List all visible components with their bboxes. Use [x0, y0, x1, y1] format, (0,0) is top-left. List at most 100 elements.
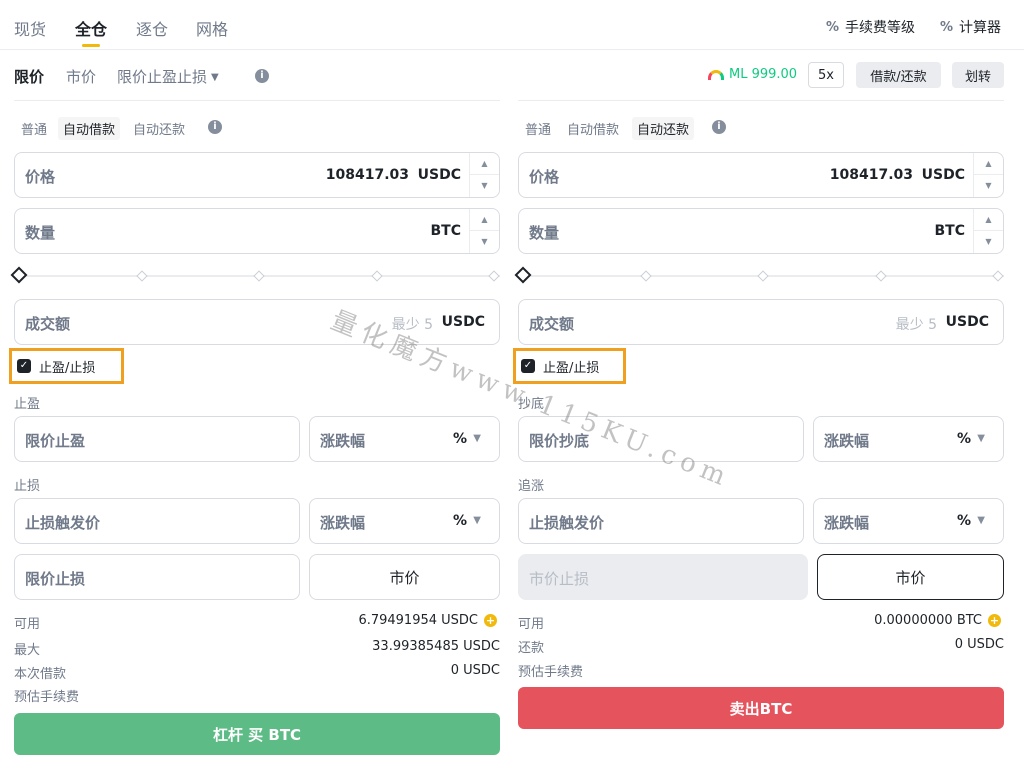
buy-max-label: 最大 — [14, 643, 41, 658]
calculator-icon: % — [940, 19, 954, 35]
add-funds-icon[interactable]: + — [988, 614, 1001, 627]
sell-available-label: 可用 — [518, 617, 545, 632]
buy-fee-label: 预估手续费 — [14, 690, 80, 705]
borrow-repay-button[interactable]: 借款/还款 — [856, 62, 941, 88]
buy-mode-auto-repay[interactable]: 自动还款 — [128, 117, 190, 140]
tab-cross[interactable]: 全仓 — [75, 16, 107, 40]
buy-qty-stepper[interactable]: ▲ ▼ — [469, 209, 499, 253]
info-icon[interactable]: i — [255, 69, 269, 83]
margin-level[interactable]: ML 999.00 — [708, 67, 797, 82]
buy-tp-price-placeholder: 限价止盈 — [25, 432, 86, 450]
sell-amount-slider[interactable] — [514, 266, 1004, 284]
sell-sl-pct-select[interactable]: 涨跌幅 % ▼ — [813, 498, 1004, 544]
increment-icon[interactable]: ▲ — [974, 209, 1003, 231]
slider-step-75[interactable] — [371, 270, 383, 282]
sell-total-hint: 最少 5 — [895, 317, 937, 333]
sell-tp-pct-select[interactable]: 涨跌幅 % ▼ — [813, 416, 1004, 462]
checkmark-icon: ✓ — [17, 359, 31, 373]
fee-level-label: 手续费等级 — [845, 20, 916, 36]
sell-mode-auto-borrow[interactable]: 自动借款 — [562, 117, 624, 140]
sell-fee-label: 预估手续费 — [518, 665, 584, 680]
slider-step-75[interactable] — [875, 270, 887, 282]
tab-spot[interactable]: 现货 — [14, 16, 46, 40]
slider-handle[interactable] — [10, 266, 28, 284]
buy-mode-normal[interactable]: 普通 — [16, 117, 52, 140]
decrement-icon[interactable]: ▼ — [974, 231, 1003, 253]
sell-repay-value: 0 USDC — [954, 637, 1004, 652]
sell-total-input[interactable]: 成交额 最少 5 USDC — [518, 299, 1004, 345]
chevron-down-icon: ▼ — [977, 515, 985, 526]
buy-borrow-label: 本次借款 — [14, 667, 67, 682]
sell-mode-auto-repay[interactable]: 自动还款 — [632, 117, 695, 140]
sell-sl-market-button[interactable]: 市价 — [817, 554, 1004, 600]
sell-qty-stepper[interactable]: ▲ ▼ — [973, 209, 1003, 253]
buy-tp-section-label: 止盈 — [14, 397, 41, 412]
decrement-icon[interactable]: ▼ — [974, 175, 1003, 197]
sell-total-unit: USDC — [945, 314, 989, 330]
sell-tp-pct-unit: % — [956, 431, 971, 447]
order-type-limit[interactable]: 限价 — [14, 66, 44, 87]
sell-price-stepper[interactable]: ▲ ▼ — [973, 153, 1003, 197]
sell-mode-normal[interactable]: 普通 — [520, 117, 556, 140]
decrement-icon[interactable]: ▼ — [470, 175, 499, 197]
slider-step-100[interactable] — [992, 270, 1004, 282]
buy-mode-auto-borrow[interactable]: 自动借款 — [58, 117, 121, 140]
buy-total-unit: USDC — [441, 314, 485, 330]
add-funds-icon[interactable]: + — [484, 614, 497, 627]
sell-sl-pct-label: 涨跌幅 — [824, 514, 870, 532]
buy-sl-market-button[interactable]: 市价 — [309, 554, 500, 600]
tab-isolated[interactable]: 逐仓 — [136, 16, 168, 40]
buy-tp-pct-select[interactable]: 涨跌幅 % ▼ — [309, 416, 500, 462]
sell-tp-pct-label: 涨跌幅 — [824, 432, 870, 450]
buy-tp-pct-label: 涨跌幅 — [320, 432, 366, 450]
transfer-button[interactable]: 划转 — [952, 62, 1004, 88]
sell-sl-trigger-input[interactable]: 止损触发价 — [518, 498, 804, 544]
slider-step-50[interactable] — [253, 270, 265, 282]
buy-amount-slider[interactable] — [10, 266, 500, 284]
slider-handle[interactable] — [514, 266, 532, 284]
slider-step-50[interactable] — [757, 270, 769, 282]
buy-price-unit: USDC — [417, 167, 461, 183]
buy-btc-button[interactable]: 杠杆 买 BTC — [14, 713, 500, 755]
buy-sl-limit-placeholder: 限价止损 — [25, 570, 86, 588]
increment-icon[interactable]: ▲ — [470, 153, 499, 175]
buy-price-stepper[interactable]: ▲ ▼ — [469, 153, 499, 197]
slider-step-25[interactable] — [640, 270, 652, 282]
sell-price-unit: USDC — [921, 167, 965, 183]
buy-sl-pct-select[interactable]: 涨跌幅 % ▼ — [309, 498, 500, 544]
checkmark-icon: ✓ — [521, 359, 535, 373]
slider-step-100[interactable] — [488, 270, 500, 282]
slider-step-25[interactable] — [136, 270, 148, 282]
info-icon[interactable]: i — [208, 120, 222, 134]
percent-icon: % — [826, 19, 840, 35]
buy-tp-price-input[interactable]: 限价止盈 — [14, 416, 300, 462]
buy-sl-limit-input[interactable]: 限价止损 — [14, 554, 300, 600]
sell-qty-input[interactable]: 数量 BTC ▲ ▼ — [518, 208, 1004, 254]
tab-grid[interactable]: 网格 — [196, 16, 228, 40]
info-icon[interactable]: i — [712, 120, 726, 134]
divider — [14, 100, 500, 101]
increment-icon[interactable]: ▲ — [470, 209, 499, 231]
buy-tpsl-checkbox[interactable]: ✓ 止盈/止损 — [9, 348, 124, 384]
sell-btc-button[interactable]: 卖出BTC — [518, 687, 1004, 729]
active-tab-indicator — [82, 44, 100, 47]
sell-qty-unit: BTC — [934, 223, 966, 239]
chevron-down-icon: ▼ — [977, 433, 985, 444]
order-type-tpsl[interactable]: 限价止盈止损 ▼ — [117, 66, 219, 87]
buy-sl-section-label: 止损 — [14, 479, 41, 494]
buy-qty-input[interactable]: 数量 BTC ▲ ▼ — [14, 208, 500, 254]
buy-sl-trigger-input[interactable]: 止损触发价 — [14, 498, 300, 544]
decrement-icon[interactable]: ▼ — [470, 231, 499, 253]
buy-tpsl-label: 止盈/止损 — [39, 360, 96, 376]
order-type-market[interactable]: 市价 — [66, 66, 96, 87]
sell-price-value: 108417.03 — [829, 167, 913, 183]
calculator-button[interactable]: % 计算器 — [940, 17, 1001, 37]
fee-level-button[interactable]: % 手续费等级 — [826, 17, 915, 37]
margin-level-value: ML 999.00 — [729, 67, 798, 82]
leverage-button[interactable]: 5x — [808, 62, 844, 88]
buy-price-input[interactable]: 价格 108417.03 USDC ▲ ▼ — [14, 152, 500, 198]
sell-sl-limit-input: 市价止损 — [518, 554, 808, 600]
increment-icon[interactable]: ▲ — [974, 153, 1003, 175]
sell-price-input[interactable]: 价格 108417.03 USDC ▲ ▼ — [518, 152, 1004, 198]
account-tabs: 现货 全仓 逐仓 网格 % 手续费等级 % 计算器 — [0, 0, 1024, 50]
